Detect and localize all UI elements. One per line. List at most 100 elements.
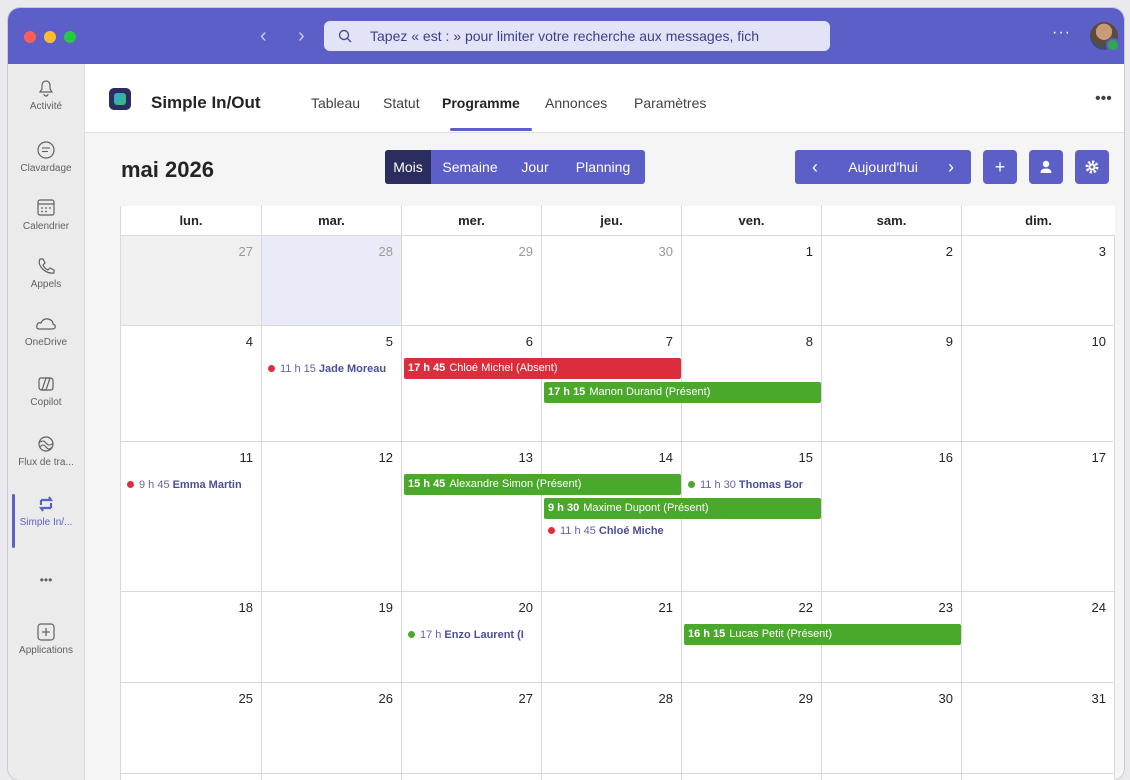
user-filter-button[interactable] [1029,150,1063,184]
app-name: Simple In/Out [151,93,261,112]
tab-tableau[interactable]: Tableau [311,95,360,111]
day-cell[interactable]: 11 [121,442,262,592]
title-bar: ‹ › Tapez « est : » pour limiter votre r… [8,8,1124,64]
weekday-header: ven. [682,206,822,236]
rail-item-activite[interactable]: Activité [8,78,84,112]
view-day-button[interactable]: Jour [509,150,561,184]
app-more-button[interactable]: ••• [1095,90,1112,108]
event-bar[interactable]: 15 h 45 Alexandre Simon (Présent) [404,474,681,495]
day-cell[interactable]: 5 [262,326,402,442]
day-number: 22 [798,600,813,615]
rail-item-simple-inout[interactable]: Simple In/... [8,494,84,548]
day-cell[interactable]: 16 [822,442,962,592]
avatar[interactable] [1090,22,1120,52]
event-bar[interactable]: 9 h 30 Maxime Dupont (Présent) [544,498,821,519]
add-event-button[interactable]: + [983,150,1017,184]
day-cell[interactable]: 1 [121,774,262,780]
day-number: 17 [1091,450,1106,465]
day-cell[interactable]: 7 [962,774,1115,780]
rail-item-copilot[interactable]: Copilot [8,374,84,408]
status-dot [268,365,275,372]
day-cell[interactable]: 24 [962,592,1115,683]
today-button[interactable]: Aujourd'hui [835,150,931,184]
event-time: 11 h 45 [560,525,596,537]
view-month-button[interactable]: Mois [385,150,431,184]
day-cell[interactable]: 25 [121,683,262,774]
event-bar[interactable]: 17 h 15 Manon Durand (Présent) [544,382,821,403]
event-time: 16 h 15 [688,628,726,640]
tab-annonces[interactable]: Annonces [545,95,607,111]
day-number: 15 [798,450,813,465]
next-month-button[interactable]: › [931,150,971,184]
back-arrow-icon[interactable]: ‹ [260,26,267,46]
day-cell[interactable]: 2 [822,236,962,326]
view-week-button[interactable]: Semaine [431,150,509,184]
event-bar[interactable]: 16 h 15 Lucas Petit (Présent) [684,624,961,645]
day-cell[interactable]: 3 [402,774,542,780]
day-cell[interactable]: 5 [682,774,822,780]
day-cell[interactable]: 13 [402,442,542,592]
day-cell[interactable]: 9 [822,326,962,442]
day-cell[interactable]: 4 [542,774,682,780]
day-number: 26 [378,691,393,706]
close-window-button[interactable] [24,31,36,43]
tab-parametres[interactable]: Paramètres [634,95,706,111]
rail-item-appels[interactable]: Appels [8,256,84,290]
active-tab-indicator [450,128,532,131]
day-cell[interactable]: 28 [262,236,402,326]
event-bar[interactable]: 17 h 45 Chloé Michel (Absent) [404,358,681,379]
day-cell[interactable]: 29 [402,236,542,326]
rail-item-clavardage[interactable]: Clavardage [8,140,84,174]
day-cell[interactable]: 29 [682,683,822,774]
dot-event[interactable]: 11 h 45 Chloé Miche [548,523,681,539]
event-time: 11 h 30 [700,479,736,491]
day-cell[interactable]: 10 [962,326,1115,442]
day-cell[interactable]: 26 [262,683,402,774]
zoom-window-button[interactable] [64,31,76,43]
day-cell[interactable]: 21 [542,592,682,683]
rail-item-onedrive[interactable]: OneDrive [8,314,84,348]
day-cell[interactable]: 28 [542,683,682,774]
day-cell[interactable]: 27 [402,683,542,774]
day-number: 21 [658,600,673,615]
event-person: Enzo Laurent (I [444,629,524,641]
day-cell[interactable]: 19 [262,592,402,683]
main-content: Simple In/Out Tableau Statut Programme A… [85,64,1124,780]
search-input[interactable]: Tapez « est : » pour limiter votre reche… [324,21,830,51]
day-number: 29 [798,691,813,706]
dot-event[interactable]: 11 h 30 Thomas Bor [688,477,821,493]
day-cell[interactable]: 30 [542,236,682,326]
tab-programme[interactable]: Programme [442,95,520,111]
forward-arrow-icon[interactable]: › [298,26,305,46]
settings-button[interactable] [1075,150,1109,184]
settings-more-button[interactable]: ··· [1052,24,1071,42]
rail-more-apps-button[interactable]: ••• [8,570,84,587]
day-cell[interactable]: 6 [402,326,542,442]
day-cell[interactable]: 12 [262,442,402,592]
rail-item-flux-de-travail[interactable]: Flux de tra... [8,434,84,468]
event-time: 15 h 45 [408,478,446,490]
tab-statut[interactable]: Statut [383,95,420,111]
day-cell[interactable]: 2 [262,774,402,780]
gear-icon [1084,160,1100,188]
day-cell[interactable]: 18 [121,592,262,683]
previous-month-button[interactable]: ‹ [795,150,835,184]
minimize-window-button[interactable] [44,31,56,43]
month-title: mai 2026 [121,157,214,182]
day-cell[interactable]: 30 [822,683,962,774]
view-planning-button[interactable]: Planning [561,150,645,184]
copilot-icon [8,374,84,394]
dot-event[interactable]: 9 h 45 Emma Martin [127,477,261,493]
rail-item-applications[interactable]: Applications [8,622,84,656]
day-cell[interactable]: 27 [121,236,262,326]
day-cell[interactable]: 17 [962,442,1115,592]
day-cell[interactable]: 4 [121,326,262,442]
day-cell[interactable]: 3 [962,236,1115,326]
day-cell[interactable]: 1 [682,236,822,326]
dot-event[interactable]: 11 h 15 Jade Moreau [268,361,401,377]
day-cell[interactable]: 6 [822,774,962,780]
day-cell[interactable]: 31 [962,683,1115,774]
rail-item-calendrier[interactable]: Calendrier [8,198,84,232]
dot-event[interactable]: 17 h Enzo Laurent (I [408,627,541,643]
weekday-header: mar. [262,206,402,236]
